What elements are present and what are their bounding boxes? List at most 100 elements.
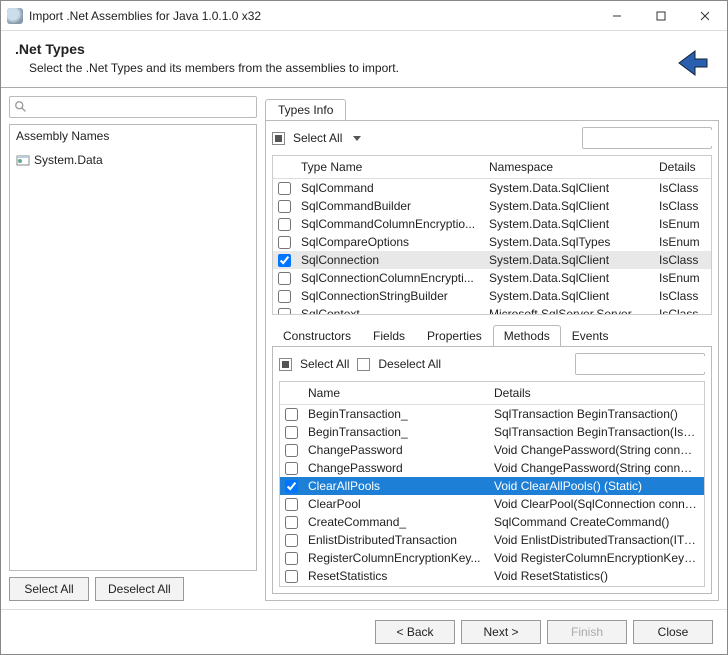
table-row[interactable]: SqlCompareOptionsSystem.Data.SqlTypesIsE… [273, 233, 711, 251]
table-row[interactable]: SqlCommandBuilderSystem.Data.SqlClientIs… [273, 197, 711, 215]
row-checkbox[interactable] [285, 552, 298, 565]
next-button[interactable]: Next > [461, 620, 541, 644]
cell: SqlTransaction BeginTransaction() [488, 407, 704, 421]
types-table-body[interactable]: SqlCommandSystem.Data.SqlClientIsClassSq… [273, 179, 711, 314]
row-checkbox[interactable] [285, 516, 298, 529]
cell: System.Data.SqlClient [483, 253, 653, 267]
types-tabbar: Types Info [265, 96, 719, 120]
table-row[interactable]: SqlCommandSystem.Data.SqlClientIsClass [273, 179, 711, 197]
row-checkbox[interactable] [278, 218, 291, 231]
tab-methods[interactable]: Methods [493, 325, 561, 347]
cell: BeginTransaction_ [302, 425, 488, 439]
page-title: .Net Types [15, 41, 713, 57]
tab-properties[interactable]: Properties [416, 325, 493, 347]
row-checkbox[interactable] [278, 182, 291, 195]
tab-constructors[interactable]: Constructors [272, 325, 362, 347]
table-row[interactable]: SqlConnectionColumnEncrypti...System.Dat… [273, 269, 711, 287]
back-button[interactable]: < Back [375, 620, 455, 644]
table-row[interactable]: SqlCommandColumnEncryptio...System.Data.… [273, 215, 711, 233]
types-tabpanel: Select All Type Name Namespace Details [265, 120, 719, 601]
row-checkbox[interactable] [278, 254, 291, 267]
row-checkbox[interactable] [285, 480, 298, 493]
cell: Void ResetStatistics() [488, 569, 704, 583]
finish-button[interactable]: Finish [547, 620, 627, 644]
tab-types-info[interactable]: Types Info [265, 99, 346, 120]
row-checkbox[interactable] [285, 534, 298, 547]
cell: CreateCommand_ [302, 515, 488, 529]
table-row[interactable]: CreateCommand_SqlCommand CreateCommand() [280, 513, 704, 531]
row-checkbox[interactable] [278, 200, 291, 213]
back-arrow-icon [673, 43, 713, 83]
table-row[interactable]: SqlContextMicrosoft.SqlServer.ServerIsCl… [273, 305, 711, 314]
maximize-button[interactable] [639, 1, 683, 31]
row-checkbox[interactable] [285, 444, 298, 457]
tab-fields[interactable]: Fields [362, 325, 416, 347]
assemblies-panel: Assembly Names System.Data Select All De… [9, 96, 257, 601]
assemblies-search[interactable] [9, 96, 257, 118]
types-search-input[interactable] [587, 130, 719, 146]
table-row[interactable]: ChangePasswordVoid ChangePassword(String… [280, 441, 704, 459]
cell: Void ChangePassword(String connectionSt.… [488, 461, 704, 475]
assemblies-tree[interactable]: System.Data [10, 147, 256, 570]
cell: IsClass [653, 253, 711, 267]
cell: System.Data.SqlTypes [483, 235, 653, 249]
table-row[interactable]: RetrieveStatisticsIDictionary RetrieveSt… [280, 585, 704, 586]
cell: IsEnum [653, 217, 711, 231]
row-checkbox[interactable] [285, 498, 298, 511]
assemblies-deselect-all-button[interactable]: Deselect All [95, 577, 184, 601]
methods-table-body[interactable]: BeginTransaction_SqlTransaction BeginTra… [280, 405, 704, 586]
search-icon [14, 100, 28, 114]
close-button[interactable]: Close [633, 620, 713, 644]
assembly-item[interactable]: System.Data [16, 151, 250, 169]
types-select-all-dropdown-icon[interactable] [353, 136, 361, 141]
table-row[interactable]: ClearPoolVoid ClearPool(SqlConnection co… [280, 495, 704, 513]
table-row[interactable]: ClearAllPoolsVoid ClearAllPools() (Stati… [280, 477, 704, 495]
row-checkbox[interactable] [278, 290, 291, 303]
th-method-name[interactable]: Name [302, 382, 488, 404]
table-row[interactable]: SqlConnectionStringBuilderSystem.Data.Sq… [273, 287, 711, 305]
table-row[interactable]: ChangePasswordVoid ChangePassword(String… [280, 459, 704, 477]
types-search[interactable] [582, 127, 712, 149]
assembly-icon [16, 153, 30, 167]
assemblies-search-input[interactable] [28, 99, 252, 115]
cell: SqlCommandBuilder [295, 199, 483, 213]
table-row[interactable]: EnlistDistributedTransactionVoid EnlistD… [280, 531, 704, 549]
methods-deselect-all-checkbox[interactable] [357, 358, 370, 371]
methods-search[interactable] [575, 353, 705, 375]
tab-events[interactable]: Events [561, 325, 620, 347]
methods-table-header: Name Details [280, 382, 704, 405]
types-select-all-checkbox[interactable] [272, 132, 285, 145]
row-checkbox[interactable] [278, 308, 291, 315]
row-checkbox[interactable] [285, 426, 298, 439]
assemblies-select-all-button[interactable]: Select All [9, 577, 89, 601]
types-toolbar: Select All [272, 127, 712, 149]
th-method-details[interactable]: Details [488, 382, 704, 404]
table-row[interactable]: BeginTransaction_SqlTransaction BeginTra… [280, 405, 704, 423]
th-type-name[interactable]: Type Name [295, 156, 483, 178]
row-checkbox[interactable] [278, 236, 291, 249]
row-checkbox[interactable] [285, 408, 298, 421]
close-window-button[interactable] [683, 1, 727, 31]
cell: ClearPool [302, 497, 488, 511]
row-checkbox[interactable] [285, 462, 298, 475]
cell: System.Data.SqlClient [483, 199, 653, 213]
th-namespace[interactable]: Namespace [483, 156, 653, 178]
row-checkbox[interactable] [278, 272, 291, 285]
cell: Void EnlistDistributedTransaction(ITrans… [488, 533, 704, 547]
types-select-all-label: Select All [293, 131, 342, 145]
methods-search-input[interactable] [580, 356, 712, 372]
table-row[interactable]: SqlConnectionSystem.Data.SqlClientIsClas… [273, 251, 711, 269]
wizard-footer: < Back Next > Finish Close [1, 609, 727, 654]
methods-select-all-checkbox[interactable] [279, 358, 292, 371]
page-subtitle: Select the .Net Types and its members fr… [29, 61, 713, 75]
cell: SqlCommandColumnEncryptio... [295, 217, 483, 231]
cell: IsEnum [653, 235, 711, 249]
row-checkbox[interactable] [285, 570, 298, 583]
minimize-button[interactable] [595, 1, 639, 31]
cell: IsClass [653, 307, 711, 314]
table-row[interactable]: BeginTransaction_SqlTransaction BeginTra… [280, 423, 704, 441]
table-row[interactable]: RegisterColumnEncryptionKey...Void Regis… [280, 549, 704, 567]
table-row[interactable]: ResetStatisticsVoid ResetStatistics() [280, 567, 704, 585]
th-details[interactable]: Details [653, 156, 711, 178]
cell: SqlConnectionStringBuilder [295, 289, 483, 303]
